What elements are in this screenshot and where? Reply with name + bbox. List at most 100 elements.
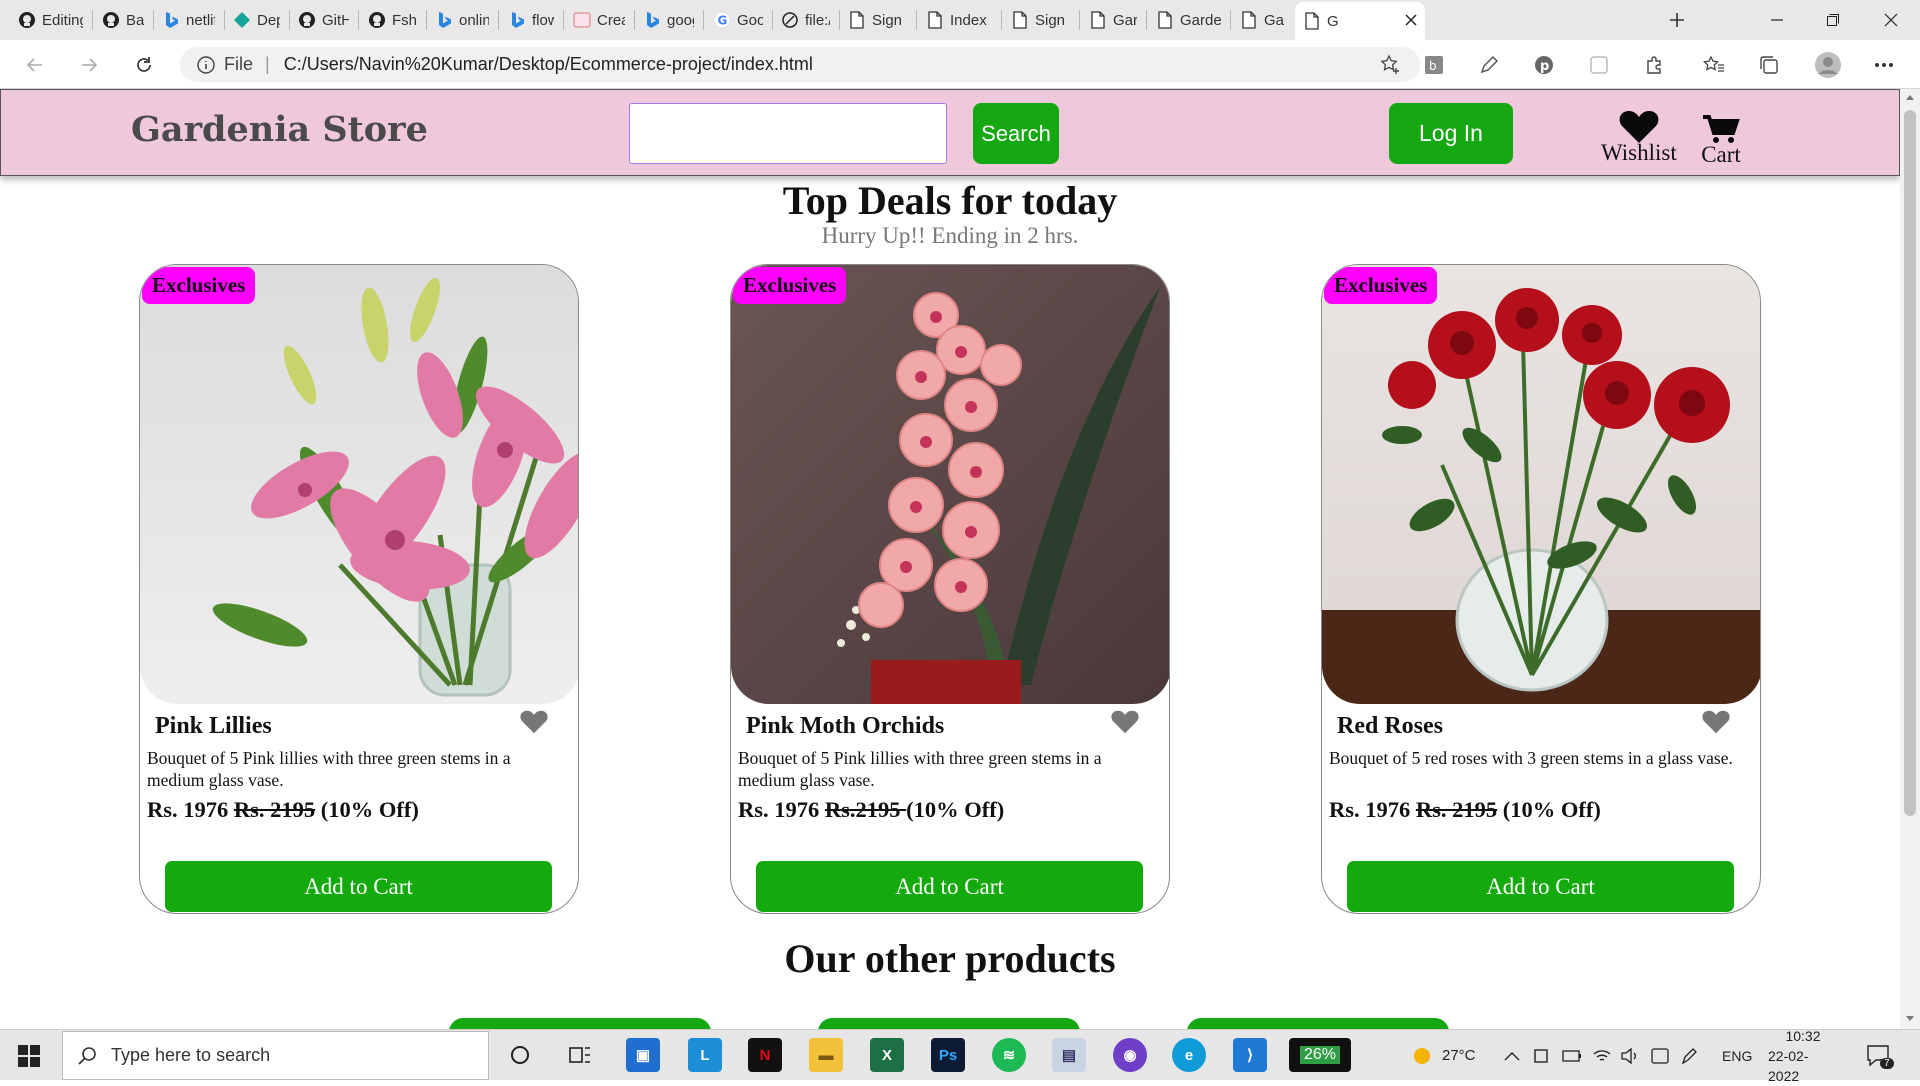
product-search-input[interactable] <box>629 103 947 164</box>
reload-button[interactable] <box>127 48 161 82</box>
back-button[interactable] <box>18 48 52 82</box>
settings-menu-button[interactable] <box>1867 48 1901 82</box>
add-to-cart-button[interactable]: Add to Cart <box>1347 861 1734 912</box>
add-favorite-icon[interactable] <box>1380 53 1402 76</box>
browser-tab[interactable]: Editing <box>10 4 91 36</box>
github-desktop-icon[interactable]: ◉ <box>1113 1038 1147 1072</box>
tray-overflow-button[interactable] <box>1504 1030 1520 1081</box>
extension-button-4[interactable] <box>1582 48 1616 82</box>
cart-link[interactable]: Cart <box>1701 114 1741 168</box>
product-image[interactable] <box>140 265 578 704</box>
url-text[interactable]: C:/Users/Navin%20Kumar/Desktop/Ecommerce… <box>284 54 813 75</box>
add-to-cart-button[interactable]: Add to Cart <box>756 861 1143 912</box>
browser-tab[interactable]: Garde <box>1081 4 1145 36</box>
category-button[interactable] <box>818 1018 1080 1029</box>
browser-tab[interactable]: Sign u <box>840 4 915 36</box>
task-view-button[interactable] <box>563 1038 597 1072</box>
minimize-button[interactable] <box>1752 0 1802 40</box>
tray-pen-icon[interactable] <box>1680 1030 1700 1081</box>
info-icon[interactable] <box>196 55 216 75</box>
sale-price: Rs. 1976 <box>1329 797 1411 822</box>
start-button[interactable] <box>12 1039 46 1073</box>
reload-icon <box>137 57 151 72</box>
browser-tab[interactable]: GitHu <box>290 4 357 36</box>
close-icon <box>1405 13 1417 26</box>
scrollbar-thumb[interactable] <box>1904 110 1916 816</box>
tray-app-icon[interactable] <box>1650 1030 1670 1081</box>
app-l-icon[interactable]: L <box>688 1038 722 1072</box>
browser-tab[interactable]: Sign u <box>1003 4 1078 36</box>
browser-tab[interactable]: file:/// <box>773 4 838 36</box>
new-tab-button[interactable] <box>1652 0 1702 40</box>
close-tab-button[interactable] <box>1405 13 1417 30</box>
cortana-button[interactable] <box>503 1038 537 1072</box>
heart-icon <box>1702 710 1730 734</box>
taskbar-search-box[interactable]: Type here to search <box>62 1031 489 1080</box>
add-to-cart-button[interactable]: Add to Cart <box>165 861 552 912</box>
browser-tab[interactable]: Garde <box>1232 4 1292 36</box>
restore-button[interactable] <box>1808 0 1858 40</box>
login-button[interactable]: Log In <box>1389 103 1513 164</box>
weather-widget[interactable]: 27°C <box>1410 1030 1476 1081</box>
tray-device-icon[interactable] <box>1532 1030 1550 1081</box>
store-app-icon[interactable]: ▣ <box>626 1038 660 1072</box>
browser-tab[interactable]: G Googl <box>705 4 771 36</box>
photoshop-icon[interactable]: Ps <box>931 1038 965 1072</box>
tray-volume-icon[interactable] <box>1620 1030 1640 1081</box>
search-button[interactable]: Search <box>973 103 1059 164</box>
category-button[interactable] <box>1187 1018 1449 1029</box>
browser-tab[interactable]: online <box>427 4 497 36</box>
wishlist-link[interactable]: Wishlist <box>1601 110 1677 166</box>
close-window-button[interactable] <box>1866 0 1916 40</box>
category-button[interactable] <box>449 1018 711 1029</box>
store-brand[interactable]: Gardenia Store <box>131 109 428 150</box>
tab-separator <box>703 10 704 30</box>
profile-button[interactable] <box>1811 48 1845 82</box>
add-to-wishlist-button[interactable] <box>1702 710 1730 738</box>
product-image[interactable] <box>731 265 1169 704</box>
app-printer-icon[interactable]: ▤ <box>1052 1038 1086 1072</box>
minimize-icon <box>1771 19 1783 21</box>
extensions-button[interactable] <box>1637 48 1671 82</box>
extension-button-1[interactable]: b <box>1417 48 1451 82</box>
browser-tab[interactable]: flower <box>500 4 562 36</box>
product-image[interactable] <box>1322 265 1760 704</box>
excel-icon[interactable]: X <box>870 1038 904 1072</box>
browser-tab[interactable]: Deplo <box>225 4 288 36</box>
browser-tab[interactable]: Basic <box>94 4 152 36</box>
notification-center-button[interactable]: 7 <box>1866 1030 1894 1081</box>
clock[interactable]: 10:32 22-02-2022 <box>1768 1028 1838 1084</box>
address-bar[interactable]: File | C:/Users/Navin%20Kumar/Desktop/Ec… <box>180 47 1420 82</box>
netflix-icon[interactable]: N <box>748 1038 782 1072</box>
vscode-icon[interactable]: ⟩ <box>1233 1038 1267 1072</box>
tab-separator <box>563 10 564 30</box>
windows-logo-icon <box>18 1045 40 1067</box>
battery-widget[interactable]: 26% <box>1289 1038 1351 1072</box>
extension-button-3[interactable]: p <box>1527 48 1561 82</box>
browser-tab-active[interactable]: G <box>1295 2 1425 40</box>
favorites-button[interactable] <box>1697 48 1731 82</box>
collections-button[interactable] <box>1752 48 1786 82</box>
browser-tab[interactable]: Garde <box>1148 4 1229 36</box>
extension-placeholder-icon <box>1590 56 1608 74</box>
browser-tab[interactable]: Fsharp <box>360 4 425 36</box>
extension-button-2[interactable] <box>1472 48 1506 82</box>
scroll-up-icon[interactable] <box>1905 93 1915 101</box>
page-icon <box>1156 11 1174 29</box>
file-explorer-icon[interactable]: ▬ <box>809 1038 843 1072</box>
browser-tab[interactable]: netlify <box>154 4 223 36</box>
forward-button[interactable] <box>72 48 106 82</box>
tab-label: Garde <box>1113 11 1137 29</box>
browser-tab[interactable]: googl <box>635 4 702 36</box>
edge-icon[interactable]: e <box>1172 1038 1206 1072</box>
scroll-down-icon[interactable] <box>1905 1015 1915 1023</box>
tray-battery-icon[interactable] <box>1562 1030 1582 1081</box>
tray-wifi-icon[interactable] <box>1592 1030 1612 1081</box>
product-description: Bouquet of 5 Pink lillies with three gre… <box>147 748 511 790</box>
spotify-icon[interactable]: ≋ <box>992 1038 1026 1072</box>
add-to-wishlist-button[interactable] <box>1111 710 1139 738</box>
browser-tab[interactable]: Index <box>918 4 1000 36</box>
browser-tab[interactable]: Creati <box>565 4 633 36</box>
add-to-wishlist-button[interactable] <box>520 710 548 738</box>
language-indicator[interactable]: ENG <box>1722 1030 1752 1081</box>
